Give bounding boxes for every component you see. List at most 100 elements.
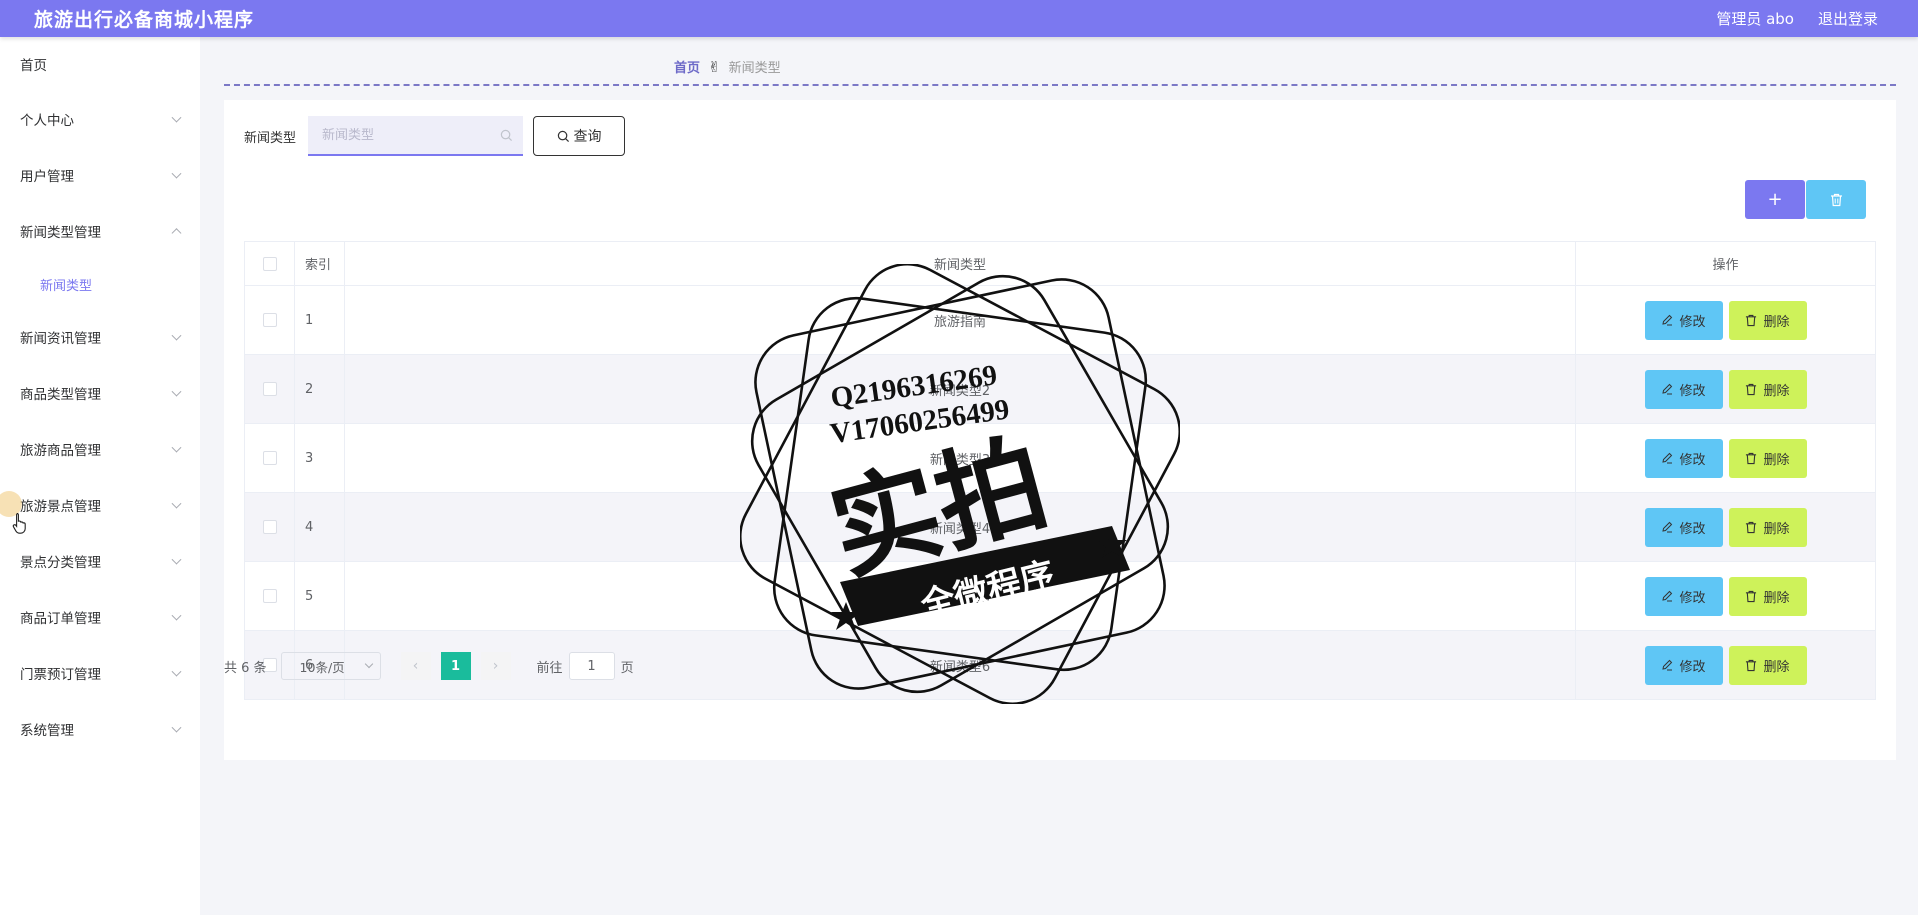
row-actions: 修改 删除	[1575, 561, 1876, 631]
chevron-down-icon	[171, 442, 182, 453]
edit-icon	[1662, 659, 1673, 671]
sidebar-item-travel-product-management[interactable]: 旅游商品管理	[0, 421, 200, 477]
sidebar-item-order-management[interactable]: 商品订单管理	[0, 589, 200, 645]
page-size-select[interactable]: 10条/页	[280, 652, 381, 680]
breadcrumb-current: 新闻类型	[728, 61, 781, 76]
edit-button-label: 修改	[1679, 659, 1706, 675]
trash-icon	[1746, 383, 1757, 395]
logout-button[interactable]: 退出登录	[1818, 8, 1878, 29]
trash-icon	[1746, 590, 1757, 602]
table-row: 4 新闻类型4 修改 删除	[244, 492, 1876, 562]
edit-button[interactable]: 修改	[1644, 645, 1723, 685]
row-checkbox[interactable]	[262, 589, 277, 603]
select-all-cell	[244, 241, 295, 286]
sidebar-item-news-management[interactable]: 新闻资讯管理	[0, 309, 200, 365]
row-actions: 修改 删除	[1575, 630, 1876, 700]
row-news-type: 新闻类型3	[344, 423, 1576, 493]
query-button[interactable]: 查询	[533, 116, 626, 156]
row-news-type: 新闻类型4	[344, 492, 1576, 562]
sidebar-item-news-type-management[interactable]: 新闻类型管理	[0, 203, 200, 259]
search-input[interactable]	[322, 127, 483, 143]
search-bar: 新闻类型 查询	[244, 116, 626, 156]
sidebar-item-user-management[interactable]: 用户管理	[0, 147, 200, 203]
hand-cursor-icon	[12, 512, 26, 534]
batch-delete-button[interactable]	[1806, 180, 1866, 219]
delete-button[interactable]: 删除	[1728, 369, 1807, 409]
sidebar-item-label: 商品订单管理	[20, 611, 101, 627]
pagination-total: 共 6 条	[224, 660, 267, 676]
edit-icon	[1662, 383, 1673, 395]
main-content: 首页 ✌ 新闻类型 新闻类型 查询 +	[200, 37, 1918, 915]
prev-page-button[interactable]: ‹	[400, 652, 431, 680]
app-title: 旅游出行必备商城小程序	[34, 9, 255, 31]
chevron-right-icon: ›	[492, 658, 499, 674]
breadcrumb-home[interactable]: 首页	[674, 57, 700, 76]
row-checkbox[interactable]	[262, 520, 277, 534]
next-page-button[interactable]: ›	[480, 652, 511, 680]
delete-button[interactable]: 删除	[1728, 645, 1807, 685]
header-news-type: 新闻类型	[344, 241, 1576, 286]
sidebar-subitem-news-type[interactable]: 新闻类型	[0, 259, 200, 309]
sidebar-item-home[interactable]: 首页	[0, 37, 200, 91]
row-actions: 修改 删除	[1575, 285, 1876, 355]
search-icon	[500, 129, 513, 141]
row-checkbox[interactable]	[262, 313, 277, 327]
row-checkbox[interactable]	[262, 382, 277, 396]
sidebar-item-spot-category-management[interactable]: 景点分类管理	[0, 533, 200, 589]
page-number-active[interactable]: 1	[440, 652, 471, 680]
row-actions: 修改 删除	[1575, 492, 1876, 562]
header-actions: 管理员 abo 退出登录	[1716, 8, 1878, 29]
trash-icon	[1746, 659, 1757, 671]
sidebar-item-label: 用户管理	[20, 169, 74, 185]
goto-page-input[interactable]	[568, 652, 615, 680]
sidebar-item-label: 景点分类管理	[20, 555, 101, 571]
sidebar-item-label: 首页	[20, 58, 47, 74]
edit-button[interactable]: 修改	[1644, 369, 1723, 409]
edit-button[interactable]: 修改	[1644, 507, 1723, 547]
table-row: 2 新闻类型2 修改 删除	[244, 354, 1876, 424]
chevron-down-icon	[171, 610, 182, 621]
dashed-divider	[224, 84, 1896, 86]
add-button[interactable]: +	[1745, 180, 1805, 219]
row-checkbox[interactable]	[262, 451, 277, 465]
delete-button-label: 删除	[1763, 314, 1790, 330]
row-check-cell	[244, 423, 295, 493]
search-icon	[557, 130, 569, 142]
sidebar-item-system-management[interactable]: 系统管理	[0, 701, 200, 757]
table-row: 1 旅游指南 修改 删除	[244, 285, 1876, 355]
delete-button[interactable]: 删除	[1728, 576, 1807, 616]
page-suffix: 页	[620, 660, 634, 676]
pagination: 共 6 条 10条/页 ‹ 1 › 前往 页	[224, 652, 634, 680]
table-header-row: 索引 新闻类型 操作	[244, 241, 1876, 286]
select-all-checkbox[interactable]	[262, 256, 277, 271]
delete-button[interactable]: 删除	[1728, 507, 1807, 547]
search-label: 新闻类型	[244, 130, 297, 146]
edit-button-label: 修改	[1679, 314, 1706, 330]
delete-button[interactable]: 删除	[1728, 438, 1807, 478]
edit-button[interactable]: 修改	[1644, 300, 1723, 340]
sidebar-item-scenic-spot-management[interactable]: 旅游景点管理	[0, 477, 200, 533]
sidebar-item-product-type-management[interactable]: 商品类型管理	[0, 365, 200, 421]
edit-icon	[1662, 314, 1673, 326]
trash-icon	[1746, 314, 1757, 326]
sidebar-item-personal-center[interactable]: 个人中心	[0, 91, 200, 147]
plus-icon: +	[1767, 189, 1783, 210]
delete-button-label: 删除	[1763, 521, 1790, 537]
delete-button[interactable]: 删除	[1728, 300, 1807, 340]
row-news-type: 旅游指南	[344, 285, 1576, 355]
delete-button-label: 删除	[1763, 383, 1790, 399]
sidebar-item-label: 门票预订管理	[20, 667, 101, 683]
sidebar-item-label: 系统管理	[20, 723, 74, 739]
delete-button-label: 删除	[1763, 659, 1790, 675]
row-check-cell	[244, 561, 295, 631]
edit-button[interactable]: 修改	[1644, 576, 1723, 616]
admin-user-label[interactable]: 管理员 abo	[1716, 8, 1794, 29]
victory-hand-icon: ✌	[708, 57, 721, 76]
page-size-value: 10条/页	[299, 659, 345, 675]
edit-icon	[1662, 521, 1673, 533]
row-index: 4	[294, 492, 345, 562]
sidebar-item-ticket-management[interactable]: 门票预订管理	[0, 645, 200, 701]
edit-button-label: 修改	[1679, 590, 1706, 606]
edit-button[interactable]: 修改	[1644, 438, 1723, 478]
sidebar-item-label: 个人中心	[20, 113, 74, 129]
